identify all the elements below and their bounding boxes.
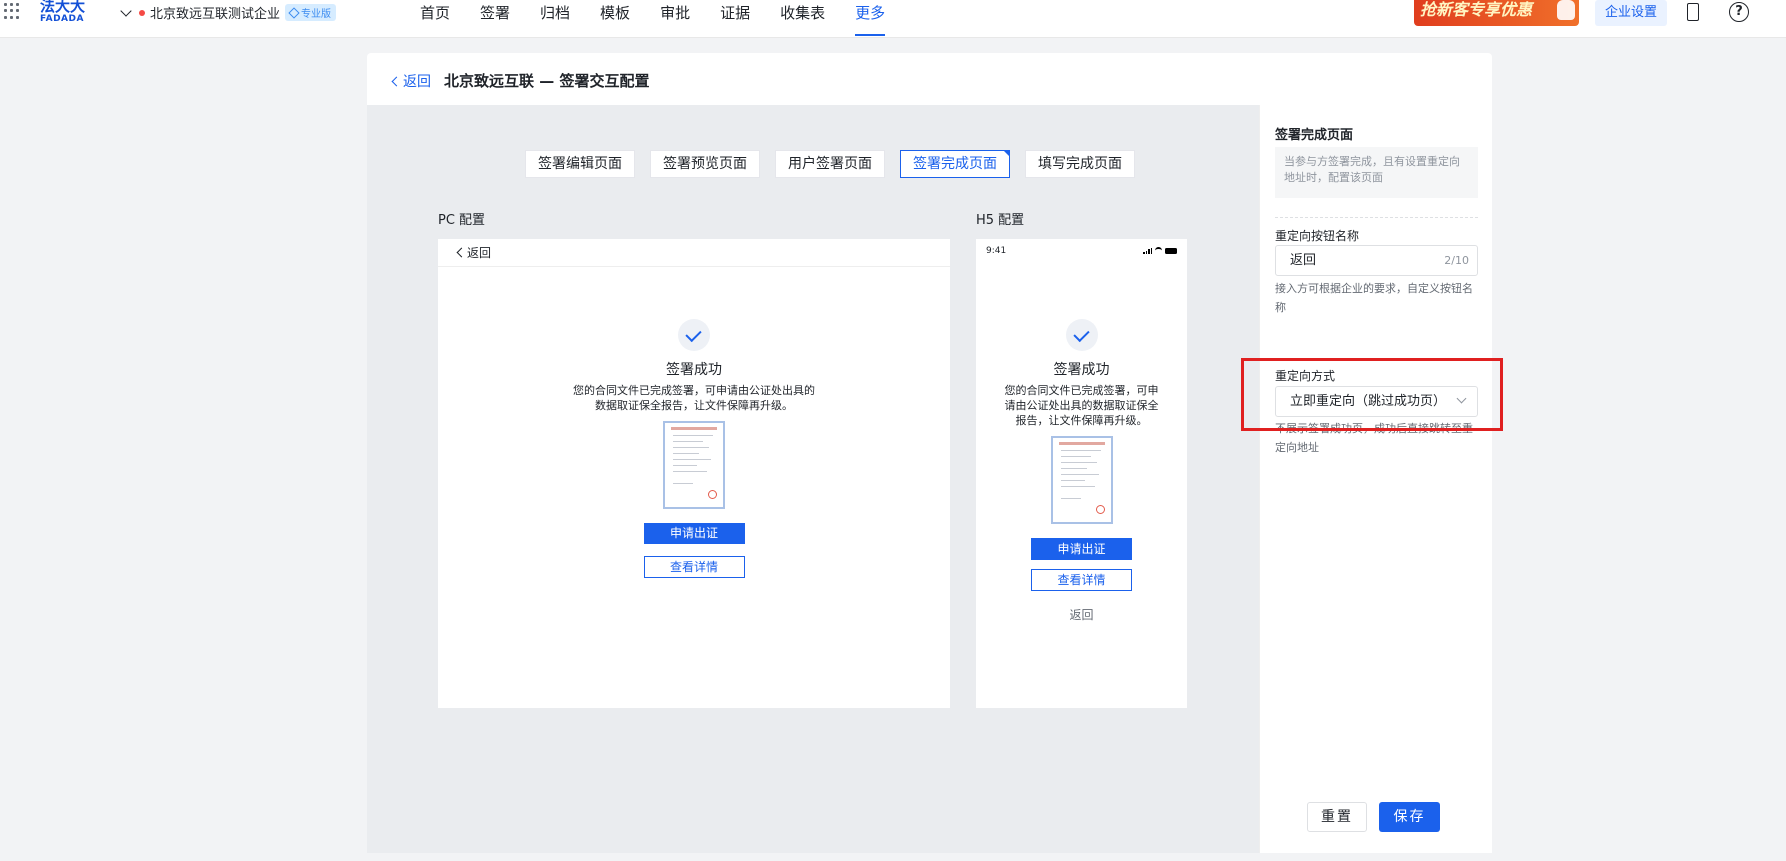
pc-success-title: 签署成功 — [666, 362, 722, 378]
divider — [1275, 217, 1478, 218]
config-panel-title: 签署完成页面 — [1275, 128, 1354, 143]
certificate-thumbnail — [663, 421, 725, 509]
signal-icon — [1143, 247, 1152, 254]
hand-pointer-icon — [1557, 0, 1575, 20]
redirect-button-name-input[interactable]: 返回 2/10 — [1275, 245, 1478, 276]
back-link-label: 返回 — [403, 74, 431, 90]
page-title: 北京致远互联 — 签署交互配置 — [444, 72, 650, 90]
h5-desc-line3: 报告，让文件保障再升级。 — [1015, 414, 1148, 427]
h5-apply-cert-button[interactable]: 申请出证 — [1031, 538, 1132, 560]
phone-status-bar: 9:41 — [976, 239, 1187, 263]
logo-text: 法大大 — [40, 0, 86, 15]
nav-item-sign[interactable]: 签署 — [480, 0, 510, 36]
enterprise-settings-button[interactable]: 企业设置 — [1595, 0, 1668, 26]
org-switcher[interactable]: 北京致远互联测试企业 专业版 — [120, 3, 337, 22]
back-link[interactable]: 返回 — [391, 71, 431, 91]
org-name: 北京致远互联测试企业 — [150, 7, 281, 22]
pc-back-label: 返回 — [467, 245, 492, 260]
highlight-annotation-box — [1241, 358, 1503, 431]
wifi-icon — [1155, 247, 1162, 254]
redirect-button-name-value: 返回 — [1290, 253, 1317, 268]
config-panel: 签署完成页面 当参与方签署完成，且有设置重定向地址时，配置该页面 重定向按钮名称… — [1259, 105, 1492, 853]
battery-icon — [1165, 247, 1177, 254]
tab-sign-preview[interactable]: 签署预览页面 — [650, 150, 760, 178]
pc-preview-frame: 返回 签署成功 您的合同文件已完成签署，可申请由公证处出具的 数据取证保全报告，… — [438, 239, 950, 708]
tab-user-sign[interactable]: 用户签署页面 — [775, 150, 885, 178]
top-navigation-bar: 法大大 FADADA 北京致远互联测试企业 专业版 首页 签署 归档 模板 审批… — [0, 0, 1786, 38]
page-tabs: 签署编辑页面 签署预览页面 用户签署页面 签署完成页面 填写完成页面 — [525, 150, 1135, 178]
nav-item-more[interactable]: 更多 — [855, 0, 886, 36]
promo-text: 抢新客专享优惠 — [1420, 0, 1533, 19]
h5-success-block: 签署成功 您的合同文件已完成签署，可申 请由公证处出具的数据取证保全 报告，让文… — [976, 319, 1187, 623]
nav-item-archive[interactable]: 归档 — [540, 0, 570, 36]
chevron-left-icon — [391, 76, 402, 86]
pc-desc-line2: 数据取证保全报告，让文件保障再升级。 — [595, 399, 793, 412]
fadada-logo[interactable]: 法大大 FADADA — [40, 0, 90, 25]
pc-success-desc: 您的合同文件已完成签署，可申请由公证处出具的 数据取证保全报告，让文件保障再升级… — [438, 383, 950, 413]
main-nav: 首页 签署 归档 模板 审批 证据 收集表 更多 — [420, 0, 915, 36]
chevron-left-icon — [456, 247, 467, 258]
app-grid-icon[interactable] — [4, 3, 20, 19]
edition-badge-label: 专业版 — [301, 9, 332, 20]
pc-config-label: PC 配置 — [438, 213, 486, 228]
reset-button[interactable]: 重置 — [1307, 802, 1367, 832]
redirect-button-help: 接入方可根据企业的要求，自定义按钮名称 — [1275, 282, 1473, 314]
h5-back-link[interactable]: 返回 — [976, 606, 1187, 623]
nav-item-forms[interactable]: 收集表 — [780, 0, 825, 36]
logo-subtext: FADADA — [40, 14, 84, 24]
edition-badge: 专业版 — [285, 4, 337, 21]
mobile-icon[interactable] — [1687, 3, 1699, 21]
tab-sign-complete[interactable]: 签署完成页面 — [900, 150, 1010, 178]
tab-fill-complete[interactable]: 填写完成页面 — [1025, 150, 1135, 178]
pc-desc-line1: 您的合同文件已完成签署，可申请由公证处出具的 — [573, 384, 815, 397]
help-icon[interactable]: ? — [1729, 2, 1749, 22]
pc-apply-cert-button[interactable]: 申请出证 — [643, 523, 745, 544]
config-tip: 当参与方签署完成，且有设置重定向地址时，配置该页面 — [1275, 147, 1478, 198]
check-icon — [678, 319, 710, 351]
nav-item-approval[interactable]: 审批 — [660, 0, 690, 36]
config-card: 返回 北京致远互联 — 签署交互配置 签署编辑页面 签署预览页面 用户签署页面 … — [367, 53, 1492, 853]
nav-item-home[interactable]: 首页 — [420, 0, 450, 36]
preview-area: 签署编辑页面 签署预览页面 用户签署页面 签署完成页面 填写完成页面 PC 配置… — [367, 105, 1259, 853]
save-button[interactable]: 保存 — [1379, 802, 1440, 832]
h5-success-desc: 您的合同文件已完成签署，可申 请由公证处出具的数据取证保全 报告，让文件保障再升… — [976, 383, 1187, 428]
h5-view-details-button[interactable]: 查看详情 — [1031, 569, 1132, 591]
chevron-down-icon — [120, 4, 132, 17]
nav-item-template[interactable]: 模板 — [600, 0, 630, 36]
pc-preview-header: 返回 — [438, 239, 950, 267]
certificate-thumbnail — [1050, 436, 1113, 524]
h5-success-title: 签署成功 — [1053, 362, 1110, 378]
promo-banner[interactable]: 抢新客专享优惠 — [1414, 0, 1579, 26]
h5-desc-line1: 您的合同文件已完成签署，可申 — [1004, 384, 1159, 397]
tab-sign-edit[interactable]: 签署编辑页面 — [525, 150, 635, 178]
h5-desc-line2: 请由公证处出具的数据取证保全 — [1004, 399, 1159, 412]
nav-item-evidence[interactable]: 证据 — [720, 0, 750, 36]
h5-preview-frame: 9:41 签署成功 您的合同文件已完成签署，可申 请由公证处出具的数据取证保全 … — [976, 239, 1187, 708]
pc-view-details-button[interactable]: 查看详情 — [643, 556, 745, 578]
pc-success-block: 签署成功 您的合同文件已完成签署，可申请由公证处出具的 数据取证保全报告，让文件… — [438, 319, 950, 578]
redirect-button-name-label: 重定向按钮名称 — [1275, 229, 1360, 243]
check-icon — [1065, 319, 1098, 351]
h5-config-label: H5 配置 — [976, 213, 1025, 228]
char-counter: 2/10 — [1444, 254, 1469, 267]
notification-dot — [139, 9, 145, 16]
diamond-icon — [288, 6, 300, 19]
status-time: 9:41 — [986, 246, 1007, 256]
